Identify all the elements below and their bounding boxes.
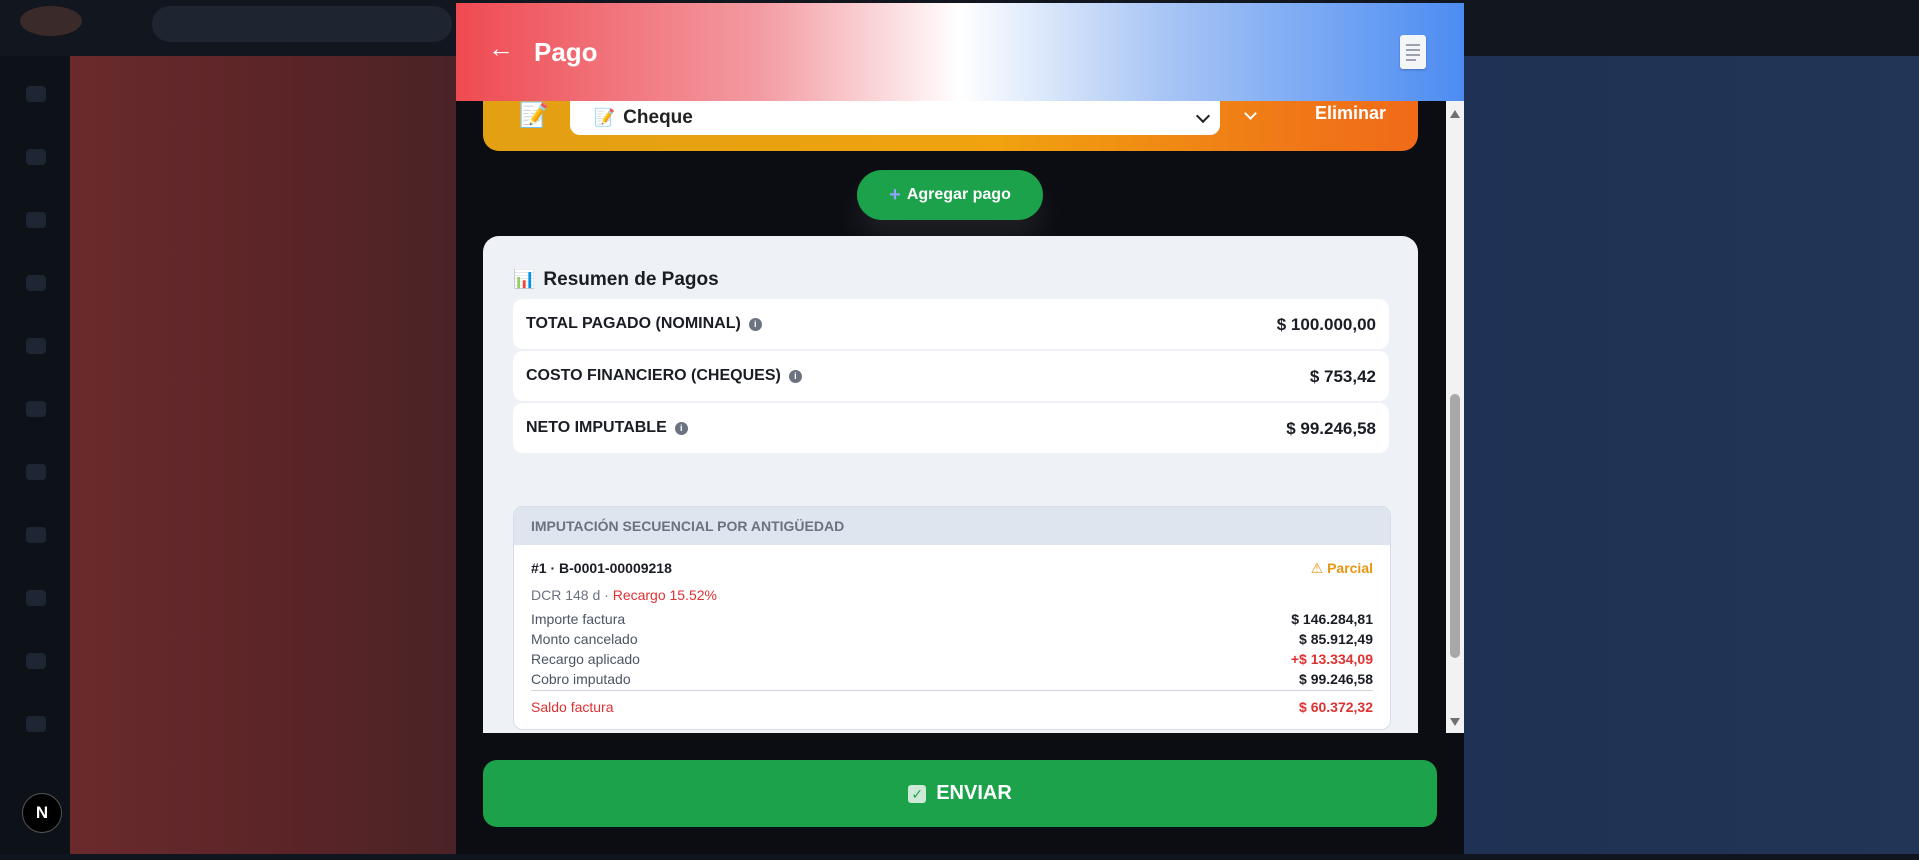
sidebar-icon xyxy=(26,212,46,228)
payment-summary: 📊 Resumen de Pagos TOTAL PAGADO (NOMINAL)… xyxy=(483,236,1418,733)
imputation-header: IMPUTACIÓN SECUENCIAL POR ANTIGÜEDAD xyxy=(514,507,1390,545)
sidebar-icon xyxy=(26,86,46,102)
summary-row-value: $ 753,42 xyxy=(1309,367,1376,386)
scroll-down-arrow-icon[interactable] xyxy=(1450,718,1460,726)
sidebar-icon xyxy=(26,338,46,354)
detail-row: Recargo aplicado +$ 13.334,09 xyxy=(531,651,1373,667)
sidebar-icon xyxy=(26,527,46,543)
vertical-scrollbar[interactable] xyxy=(1446,101,1464,733)
summary-row-total-pagado: TOTAL PAGADO (NOMINAL) i $ 100.000,00 xyxy=(513,299,1389,349)
summary-row-costo-financiero: COSTO FINANCIERO (CHEQUES) i $ 753,42 xyxy=(513,351,1389,401)
summary-title: 📊 Resumen de Pagos xyxy=(513,269,719,290)
summary-row-value: $ 99.246,58 xyxy=(1286,419,1376,438)
background-sidebar xyxy=(0,56,70,856)
back-arrow-icon[interactable]: ← xyxy=(488,35,514,61)
scrollbar-thumb[interactable] xyxy=(1450,394,1460,658)
modal-scroll-area[interactable]: 📝 📝 Cheque Eliminar + Agregar pago 📊 Resu… xyxy=(456,101,1464,733)
background-logo xyxy=(20,6,82,36)
sidebar-icon xyxy=(26,590,46,606)
imputation-panel: IMPUTACIÓN SECUENCIAL POR ANTIGÜEDAD #1 … xyxy=(513,506,1391,730)
chevron-down-icon[interactable] xyxy=(1244,107,1257,120)
sidebar-icon xyxy=(26,716,46,732)
scroll-up-arrow-icon[interactable] xyxy=(1450,110,1460,118)
sidebar-icon xyxy=(26,464,46,480)
check-icon: ✓ xyxy=(908,784,927,803)
nextjs-dev-badge[interactable]: N xyxy=(22,793,62,833)
background-left-panel xyxy=(70,56,456,856)
detail-row: Cobro imputado $ 99.246,58 xyxy=(531,671,1373,687)
saldo-row: Saldo factura $ 60.372,32 xyxy=(531,699,1373,715)
payment-method-card: 📝 📝 Cheque Eliminar xyxy=(483,101,1418,151)
detail-row: Importe factura $ 146.284,81 xyxy=(531,611,1373,627)
info-icon[interactable]: i xyxy=(674,422,688,435)
divider xyxy=(531,690,1373,691)
payment-method-select[interactable]: 📝 Cheque xyxy=(570,101,1220,135)
detail-row: Monto cancelado $ 85.912,49 xyxy=(531,631,1373,647)
summary-row-value: $ 100.000,00 xyxy=(1276,315,1376,334)
sidebar-icon xyxy=(26,149,46,165)
chevron-down-icon xyxy=(1195,108,1211,124)
status-badge: ⚠ Parcial xyxy=(1310,560,1373,576)
payment-method-value: Cheque xyxy=(623,107,693,128)
send-label: ENVIAR xyxy=(936,782,1012,804)
modal-title: Pago xyxy=(534,37,598,67)
payment-modal: ← Pago 📝 📝 Cheque Eliminar + Agregar pag… xyxy=(456,3,1464,854)
background-right-panel xyxy=(1464,56,1919,856)
invoice-id: #1 · B-0001-00009218 xyxy=(531,560,672,576)
send-button[interactable]: ✓ ENVIAR xyxy=(483,760,1437,827)
document-icon[interactable] xyxy=(1400,35,1426,69)
invoice-meta: DCR 148 d · Recargo 15.52% xyxy=(531,587,717,603)
sidebar-icon xyxy=(26,275,46,291)
add-payment-button[interactable]: + Agregar pago xyxy=(857,170,1043,220)
info-icon[interactable]: i xyxy=(788,370,802,383)
modal-header: ← Pago xyxy=(456,3,1464,101)
info-icon[interactable]: i xyxy=(748,318,762,331)
delete-payment-button[interactable]: Eliminar xyxy=(1315,101,1386,135)
plus-icon: + xyxy=(889,183,901,206)
background-search-bar xyxy=(152,6,452,42)
sidebar-icon xyxy=(26,401,46,417)
summary-row-neto-imputable: NETO IMPUTABLE i $ 99.246,58 xyxy=(513,403,1389,453)
memo-icon: 📝 xyxy=(594,108,616,127)
add-payment-label: Agregar pago xyxy=(906,186,1011,203)
sidebar-icon xyxy=(26,653,46,669)
summary-row-label: COSTO FINANCIERO (CHEQUES) i xyxy=(526,367,802,385)
memo-icon: 📝 xyxy=(519,102,549,129)
summary-row-label: NETO IMPUTABLE i xyxy=(526,419,688,437)
bar-chart-icon: 📊 xyxy=(513,269,536,289)
recargo-text: Recargo 15.52% xyxy=(612,587,717,603)
summary-row-label: TOTAL PAGADO (NOMINAL) i xyxy=(526,315,762,333)
background-taskbar xyxy=(0,854,1919,860)
